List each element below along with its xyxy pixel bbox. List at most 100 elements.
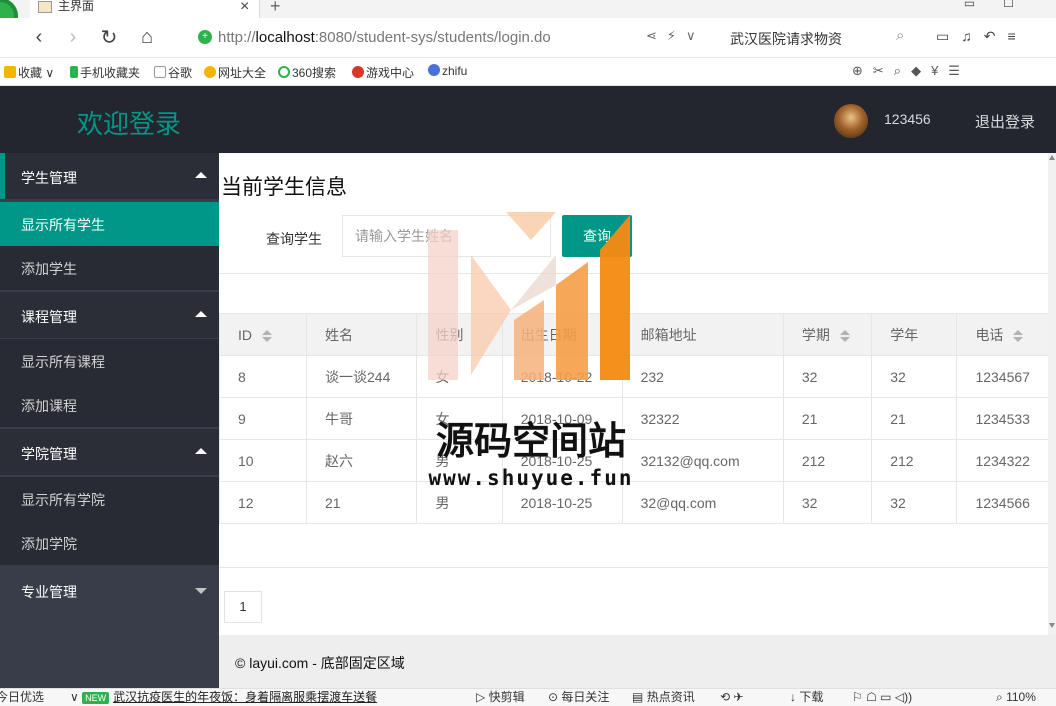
sort-icon[interactable] [839, 329, 850, 342]
cell-year: 32 [871, 355, 958, 398]
column-header-gender: 性别 [416, 313, 503, 356]
bookmarks-bar: 收藏 ∨ 手机收藏夹 谷歌 网址大全 360搜索 游戏中心 zhifu ⊕✂⌕◆… [0, 59, 1056, 86]
avatar[interactable] [834, 104, 868, 138]
statusbar-zoom[interactable]: ⌕ 110% [996, 690, 1036, 705]
footer-text: © layui.com - 底部固定区域 [235, 655, 405, 671]
cell-name: 赵六 [305, 439, 418, 482]
cell-phone: 1234533 [956, 397, 1049, 440]
browser-nav-bar: ‹ › ↻ ⌂ + http://localhost:8080/student-… [0, 18, 1056, 58]
address-bar[interactable]: + http://localhost:8080/student-sys/stud… [192, 24, 712, 52]
logout-link[interactable]: 退出登录 [975, 111, 1035, 132]
main-content: 当前学生信息 查询学生 请输入学生姓名 查询 ID 姓名 性别 出生日期 邮箱地… [219, 153, 1056, 635]
sort-icon[interactable] [1013, 329, 1024, 342]
page-favicon-icon [38, 1, 52, 13]
home-icon[interactable]: ⌂ [134, 24, 160, 50]
app-footer: © layui.com - 底部固定区域 [219, 635, 1056, 688]
bookmark-mobile[interactable]: 手机收藏夹 [70, 64, 140, 81]
bookmark-360search[interactable]: 360搜索 [278, 64, 336, 81]
bookmark-games[interactable]: 游戏中心 [352, 64, 414, 81]
students-table: ID 姓名 性别 出生日期 邮箱地址 学期 学年 电话 8 谈一谈244 女 2… [219, 313, 1049, 524]
cell-year: 21 [871, 397, 958, 440]
cell-birthdate: 2018-10-09 [501, 397, 623, 440]
sort-icon[interactable] [262, 329, 272, 342]
extension-icons[interactable]: ⊕✂⌕◆¥☰ [852, 63, 970, 79]
forward-icon[interactable]: › [60, 24, 86, 50]
browser-search-text: 武汉医院请求物资 [730, 31, 842, 47]
scroll-up-icon[interactable] [1049, 155, 1055, 160]
sidebar-item-show-students[interactable]: 显示所有学生 [0, 202, 219, 246]
browser-status-bar: 今日优选 ∨ NEW 武汉抗疫医生的年夜饭：身着隔离服乘摆渡车送餐 ▷ 快剪辑 ⊙… [0, 688, 1056, 706]
news-headline[interactable]: 武汉抗疫医生的年夜饭：身着隔离服乘摆渡车送餐 [113, 690, 377, 704]
cell-name: 谈一谈244 [305, 355, 418, 398]
sidebar-group-major[interactable]: 专业管理 [0, 567, 219, 613]
cell-year: 32 [871, 481, 958, 524]
bookmark-zhifu[interactable]: zhifu [428, 64, 467, 78]
search-icon[interactable]: ⌕ [896, 27, 904, 44]
cell-id: 12 [219, 481, 307, 524]
statusbar-icons[interactable]: ⟲ ✈ [720, 690, 743, 705]
sidebar-item-add-student[interactable]: 添加学生 [0, 246, 219, 290]
statusbar-news[interactable]: ∨ NEW 武汉抗疫医生的年夜饭：身着隔离服乘摆渡车送餐 [70, 690, 377, 705]
window-controls[interactable]: ▭☐ [964, 0, 1042, 10]
sidebar-group-label: 学院管理 [21, 446, 77, 462]
table-row[interactable]: 8 谈一谈244 女 2018-10-22 232 32 32 1234567 [219, 355, 1049, 398]
browser-tab-bar: 主界面 × + ▭☐ [0, 0, 1056, 34]
browser-search-box[interactable]: 武汉医院请求物资 ⌕ [720, 24, 920, 52]
statusbar-downloads[interactable]: ↓ 下载 [790, 690, 823, 705]
table-row[interactable]: 9 牛哥 女 2018-10-09 32322 21 21 1234533 [219, 397, 1049, 440]
new-tab-icon[interactable]: + [270, 0, 281, 17]
search-label: 查询学生 [266, 231, 322, 247]
cell-email: 32@qq.com [621, 481, 784, 524]
statusbar-hot-news[interactable]: ▤ 热点资讯 [632, 690, 695, 705]
sidebar-group-college[interactable]: 学院管理 [0, 429, 219, 475]
app-logo[interactable]: 欢迎登录 [77, 104, 181, 141]
sidebar-group-student[interactable]: 学生管理 [0, 153, 219, 199]
sidebar-group-course[interactable]: 课程管理 [0, 292, 219, 338]
column-header-term[interactable]: 学期 [782, 313, 873, 356]
new-badge: NEW [82, 692, 110, 704]
sidebar-item-add-course[interactable]: 添加课程 [0, 383, 219, 427]
cell-name: 牛哥 [305, 397, 418, 440]
user-name[interactable]: 123456 [884, 111, 931, 127]
sidebar-item-show-colleges[interactable]: 显示所有学院 [0, 477, 219, 521]
statusbar-daily-picks[interactable]: 今日优选 [0, 690, 44, 705]
bookmark-urls[interactable]: 网址大全 [204, 64, 266, 81]
browser-tab[interactable]: 主界面 × [30, 0, 260, 18]
pagination-page[interactable]: 1 [224, 591, 262, 623]
statusbar-daily-focus[interactable]: ⊙ 每日关注 [548, 690, 609, 705]
app-header: 欢迎登录 123456 退出登录 [0, 86, 1056, 153]
cell-id: 9 [219, 397, 307, 440]
caret-up-icon [195, 448, 207, 454]
bookmark-google[interactable]: 谷歌 [154, 64, 192, 81]
caret-up-icon [195, 311, 207, 317]
sidebar-item-show-courses[interactable]: 显示所有课程 [0, 339, 219, 383]
cell-term: 32 [782, 481, 873, 524]
reload-icon[interactable]: ↻ [96, 24, 122, 50]
page-icon [154, 66, 166, 78]
address-bar-actions[interactable]: ⋖⚡∨ [646, 28, 706, 44]
column-header-id[interactable]: ID [219, 313, 307, 356]
cell-email: 32322 [621, 397, 784, 440]
scroll-down-icon[interactable] [1049, 623, 1055, 628]
scrollbar[interactable] [1048, 153, 1056, 635]
bookmark-favorites[interactable]: 收藏 ∨ [4, 64, 54, 81]
sidebar-item-label: 显示所有课程 [21, 354, 105, 370]
table-row[interactable]: 10 赵六 男 2018-10-25 32132@qq.com 212 212 … [219, 439, 1049, 482]
statusbar-tool-icons[interactable]: ⚐ ☖ ▭ ◁)) [852, 690, 912, 705]
search-input[interactable]: 请输入学生姓名 [342, 215, 551, 257]
sidebar-group-label: 专业管理 [21, 584, 77, 600]
cell-term: 212 [782, 439, 873, 482]
statusbar-quickclip[interactable]: ▷ 快剪辑 [476, 690, 525, 705]
cell-phone: 1234566 [956, 481, 1049, 524]
zhifu-icon [428, 64, 440, 76]
column-header-phone[interactable]: 电话 [956, 313, 1049, 356]
search-button[interactable]: 查询 [562, 215, 632, 257]
toolbar-icons[interactable]: ▭♫↶≡ [936, 28, 1028, 45]
table-row[interactable]: 12 21 男 2018-10-25 32@qq.com 32 32 12345… [219, 481, 1049, 524]
back-icon[interactable]: ‹ [26, 24, 52, 50]
cell-year: 212 [871, 439, 958, 482]
caret-up-icon [195, 172, 207, 178]
divider [219, 273, 1049, 274]
close-tab-icon[interactable]: × [240, 0, 249, 16]
sidebar-item-add-college[interactable]: 添加学院 [0, 521, 219, 565]
